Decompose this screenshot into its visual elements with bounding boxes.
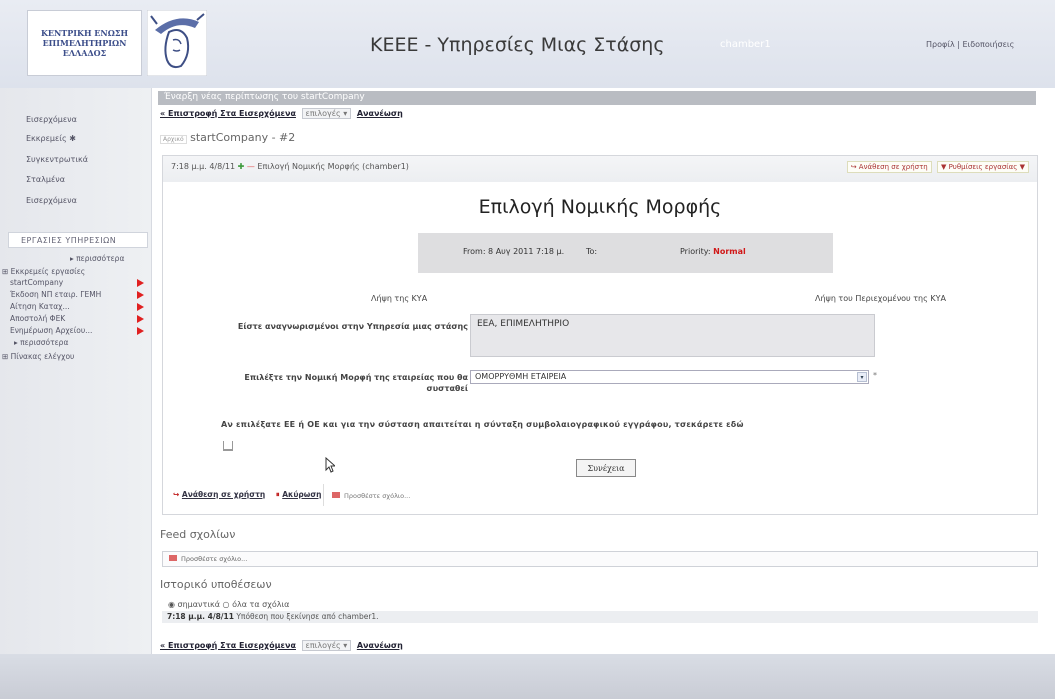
priority-value: Normal [713,247,746,256]
history-filter[interactable]: ◉ σημαντικά ○ όλα τα σχόλια [168,600,289,609]
form-title: Επιλογή Νομικής Μορφής [478,196,722,218]
options-dropdown[interactable]: επιλογές ▾ [301,108,352,119]
history-entry: 7:18 μ.μ. 4/8/11 Υπόθεση που ξεκίνησε απ… [162,611,1038,623]
legal-form-label: Επιλέξτε την Νομική Μορφή της εταιρείας … [244,373,468,393]
legal-form-select[interactable]: ΟΜΟΡΡΥΘΜΗ ΕΤΑΙΡΕΙΑ ▾ [470,370,869,384]
red-arrow-icon [137,303,144,311]
sidebar-item-pending[interactable]: Εκκρεμείς ✱ [26,134,76,143]
user-name[interactable]: chamber1 [720,39,771,50]
sidebar-item-summary[interactable]: Συγκεντρωτικά [26,155,88,164]
comment-icon [332,492,340,498]
sidebar-item-sent[interactable]: Σταλμένα [26,175,65,184]
task-meta-bar: 7:18 μ.μ. 4/8/11 ✚ — Επιλογή Νομικής Μορ… [163,156,1037,182]
top-link-bar: « Επιστροφή Στα Εισερχόμενα επιλογές ▾ Α… [160,108,403,119]
sidebar-more-link[interactable]: ▸ περισσότερα [70,254,124,263]
sidebar-task-row[interactable]: Αποστολή ΦΕΚ [10,314,144,323]
sidebar-task-row[interactable]: startCompany [10,278,144,287]
case-title: startCompany - #2 [190,131,296,144]
history-time: 7:18 μ.μ. 4/8/11 [167,612,234,621]
back-to-inbox-link[interactable]: « Επιστροφή Στα Εισερχόμενα [160,641,296,650]
sidebar-task-row[interactable]: Ενημέρωση Αρχείου... [10,326,144,335]
download-kya-content-link[interactable]: Λήψη του Περιεχομένου της ΚΥΑ [815,294,946,303]
site-header: ΚΕΝΤΡΙΚΗ ΕΝΩΣΗ ΕΠΙΜΕΛΗΤΗΡΙΩΝ ΕΛΛΑΔΟΣ ΚΕΕ… [0,0,1055,88]
bottom-link-bar: « Επιστροφή Στα Εισερχόμενα επιλογές ▾ Α… [160,640,403,651]
red-arrow-icon [137,327,144,335]
legal-form-value: ΟΜΟΡΡΥΘΜΗ ΕΤΑΙΡΕΙΑ [475,372,567,381]
notary-checkbox[interactable] [223,441,233,451]
task-settings-button[interactable]: ▼ Ρυθμίσεις εργασίας ▼ [936,161,1029,173]
cancel-link[interactable]: ⏸ Ακύρωση [276,490,322,499]
task-comment-input[interactable]: Προσθέστε σχόλιο... [323,484,1035,506]
minus-icon[interactable]: — [247,162,255,171]
site-title: ΚΕΕΕ - Υπηρεσίες Μιας Στάσης [370,34,665,56]
page-header: Έναρξη νέας περίπτωσης του startCompany [158,91,1036,105]
assign-user-label: Ανάθεση σε χρήστη [181,490,266,499]
sidebar-section-title: ΕΡΓΑΣΙΕΣ ΥΠΗΡΕΣΙΩΝ [8,232,148,248]
sidebar-task-label: Αίτηση Καταχ... [10,302,70,311]
history-title: Ιστορικό υποθέσεων [160,578,272,591]
red-arrow-icon [137,291,144,299]
sidebar-task-label: Αποστολή ΦΕΚ [10,314,66,323]
chevron-down-icon[interactable]: ▾ [857,372,867,382]
plus-icon[interactable]: ✚ [238,162,245,171]
sidebar-item-inbox-2[interactable]: Εισερχόμενα [26,196,77,205]
bottom-actions: ↪ Ανάθεση σε χρήστη ⏸ Ακύρωση [173,490,322,500]
footer [0,654,1055,699]
red-arrow-icon [137,315,144,323]
sidebar-task-label: Ενημέρωση Αρχείου... [10,326,93,335]
sidebar-task-row[interactable]: Έκδοση ΝΠ εταιρ. ΓΕΜΗ [10,290,144,299]
sidebar-group-pending[interactable]: ⊞ Εκκρεμείς εργασίες [2,267,85,276]
assign-user-link[interactable]: ↪ Ανάθεση σε χρήστη [173,490,265,499]
hermes-logo-icon [147,10,207,76]
assign-user-button[interactable]: ↪ Ανάθεση σε χρήστη [846,161,932,173]
comment-placeholder: Προσθέστε σχόλιο... [344,492,411,500]
services-label: Είστε αναγνωρισμένοι στην Υπηρεσία μιας … [237,322,468,331]
task-actions: ↪ Ανάθεση σε χρήστη ▼ Ρυθμίσεις εργασίας… [844,161,1029,173]
sidebar-task-label: startCompany [10,278,64,287]
mouse-cursor-icon [325,457,335,473]
sidebar-more-link-2[interactable]: ▸ περισσότερα [14,338,68,347]
profile-links[interactable]: Προφίλ | Ειδοποιήσεις [926,40,1014,49]
feed-title: Feed σχολίων [160,528,236,541]
task-name: Επιλογή Νομικής Μορφής (chamber1) [257,162,409,171]
sidebar-item-inbox[interactable]: Εισερχόμενα [26,115,77,124]
back-to-inbox-link[interactable]: « Επιστροφή Στα Εισερχόμενα [160,109,296,118]
task-from: From: 8 Αυγ 2011 7:18 μ. [463,247,565,256]
task-panel: 7:18 μ.μ. 4/8/11 ✚ — Επιλογή Νομικής Μορ… [162,155,1038,515]
task-info-box: From: 8 Αυγ 2011 7:18 μ. To: Priority: N… [418,233,833,273]
red-arrow-icon [137,279,144,287]
required-mark: * [873,371,877,380]
task-priority: Priority: Normal [680,247,746,256]
chamber-logo[interactable]: ΚΕΝΤΡΙΚΗ ΕΝΩΣΗ ΕΠΙΜΕΛΗΤΗΡΙΩΝ ΕΛΛΑΔΟΣ [27,10,142,76]
feed-comment-input[interactable]: Προσθέστε σχόλιο... [162,551,1038,567]
sidebar: Εισερχόμενα Εκκρεμείς ✱ Συγκεντρωτικά Στ… [0,88,152,654]
breadcrumb: Αρχικό startCompany - #2 [160,131,295,144]
sidebar-task-label: Έκδοση ΝΠ εταιρ. ΓΕΜΗ [10,290,102,299]
cancel-label: Ακύρωση [282,490,322,499]
priority-label: Priority: [680,247,711,256]
app-frame: ΚΕΝΤΡΙΚΗ ΕΝΩΣΗ ΕΠΙΜΕΛΗΤΗΡΙΩΝ ΕΛΛΑΔΟΣ ΚΕΕ… [0,0,1055,699]
breadcrumb-tag: Αρχικό [160,135,187,144]
continue-button[interactable]: Συνέχεια [576,459,636,477]
sidebar-task-row[interactable]: Αίτηση Καταχ... [10,302,144,311]
feed-placeholder: Προσθέστε σχόλιο... [181,555,248,563]
services-field: ΕΕΑ, ΕΠΙΜΕΛΗΤΗΡΙΟ [470,314,875,357]
options-dropdown[interactable]: επιλογές ▾ [301,640,352,651]
refresh-link[interactable]: Ανανέωση [357,641,403,650]
download-kya-link[interactable]: Λήψη της ΚΥΑ [371,294,427,303]
task-to: To: [586,247,598,256]
refresh-link[interactable]: Ανανέωση [357,109,403,118]
sidebar-group-dashboard[interactable]: ⊞ Πίνακας ελέγχου [2,352,74,361]
notary-note: Αν επιλέξατε ΕΕ ή ΟΕ και για την σύσταση… [221,420,744,429]
task-time: 7:18 μ.μ. 4/8/11 [171,162,236,171]
history-text: Υπόθεση που ξεκίνησε από chamber1. [233,612,379,621]
comment-icon [169,555,177,561]
